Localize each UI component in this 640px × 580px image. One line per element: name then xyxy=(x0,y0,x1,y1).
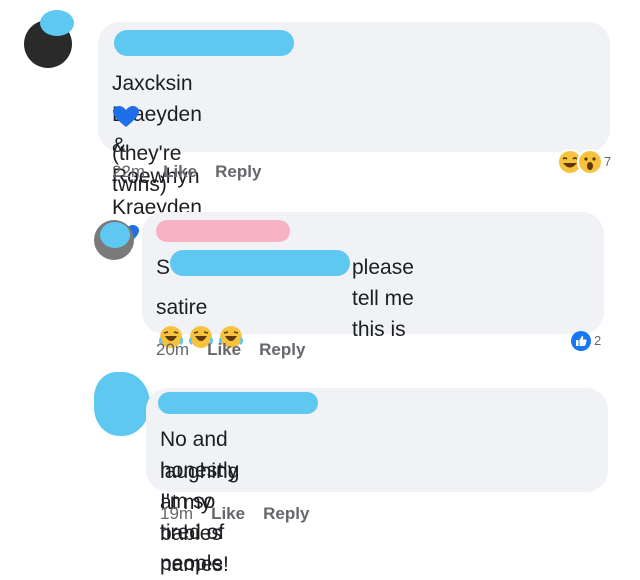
reply-button[interactable]: Reply xyxy=(263,504,309,524)
like-thumb-icon xyxy=(571,331,591,351)
reply-button[interactable]: Reply xyxy=(259,340,305,360)
comment-actions: 19m Like Reply xyxy=(160,504,309,524)
avatar-redaction xyxy=(40,10,74,36)
reply-button[interactable]: Reply xyxy=(215,162,261,182)
like-button[interactable]: Like xyxy=(163,162,197,182)
name-prefix: S xyxy=(156,256,171,279)
timestamp[interactable]: 19m xyxy=(160,504,193,524)
name-redaction xyxy=(170,250,350,276)
timestamp[interactable]: 20m xyxy=(156,340,189,360)
avatar-redaction xyxy=(100,222,130,248)
author-name-redaction xyxy=(114,30,294,56)
like-button[interactable]: Like xyxy=(211,504,245,524)
comment-text-2: (they're twins) xyxy=(112,104,181,200)
reactions-summary[interactable]: 7 xyxy=(556,148,626,178)
comment-text: S xyxy=(156,252,170,283)
author-name-redaction xyxy=(158,392,318,414)
timestamp[interactable]: 22m xyxy=(112,162,145,182)
like-button[interactable]: Like xyxy=(207,340,241,360)
reactions-summary[interactable]: 2 xyxy=(570,330,620,356)
comment-line-2: satire xyxy=(156,296,208,319)
blue-heart-icon xyxy=(112,105,140,138)
comment-actions: 20m Like Reply xyxy=(156,340,305,360)
wow-emoji-icon xyxy=(577,149,603,175)
author-name-redaction xyxy=(156,220,290,242)
reaction-count: 7 xyxy=(604,154,612,169)
comment-actions: 22m Like Reply xyxy=(112,162,261,182)
avatar-redaction[interactable] xyxy=(94,372,150,436)
comment-line-1: please tell me this is xyxy=(352,256,414,341)
reaction-count: 2 xyxy=(594,333,602,348)
